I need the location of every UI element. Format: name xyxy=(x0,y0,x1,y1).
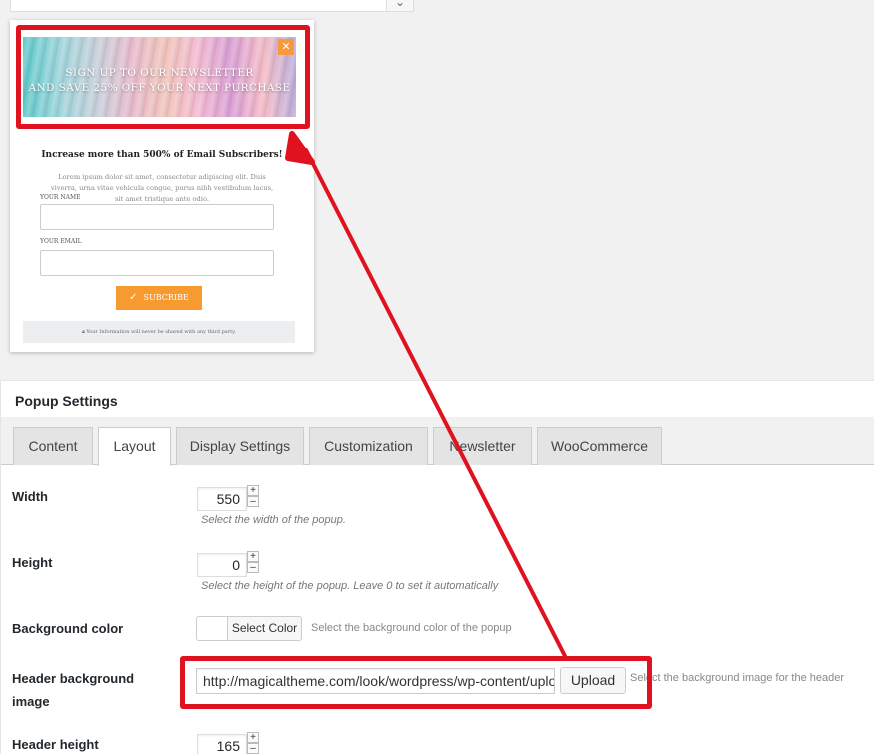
width-hint: Select the width of the popup. xyxy=(201,514,346,526)
privacy-note-text: Your Information will never be shared wi… xyxy=(86,329,236,335)
popup-title: Increase more than 500% of Email Subscri… xyxy=(41,150,283,160)
panel-title: Popup Settings xyxy=(15,393,118,409)
select-color-button[interactable]: Select Color xyxy=(227,616,302,641)
height-stepper[interactable]: + – xyxy=(247,551,259,573)
name-field[interactable] xyxy=(40,204,274,230)
background-color-label: Background color xyxy=(12,621,124,636)
width-input[interactable]: 550 xyxy=(197,487,247,511)
header-height-input[interactable]: 165 xyxy=(197,734,247,754)
hero-line-1: SIGN UP TO OUR NEWSLETTER xyxy=(65,67,254,79)
tab-content[interactable]: Content xyxy=(13,427,93,465)
dropdown-button[interactable]: ⌄ xyxy=(386,0,414,12)
email-label: YOUR EMAIL xyxy=(40,238,82,245)
height-input[interactable]: 0 xyxy=(197,553,247,577)
tab-customization[interactable]: Customization xyxy=(309,427,428,465)
width-label: Width xyxy=(12,489,48,504)
popup-description: Lorem ipsum dolor sit amet, consectetur … xyxy=(50,173,274,203)
check-icon: ✓ xyxy=(129,292,138,303)
lock-icon: 🔒︎ xyxy=(82,329,85,335)
increment-icon[interactable]: + xyxy=(247,551,259,562)
increment-icon[interactable]: + xyxy=(247,485,259,496)
tab-layout[interactable]: Layout xyxy=(98,427,171,466)
color-swatch[interactable] xyxy=(196,616,228,641)
tabs-bar: Content Layout Display Settings Customiz… xyxy=(1,417,874,466)
close-icon[interactable]: ✕ xyxy=(278,39,294,55)
header-bg-hint: Select the background image for the head… xyxy=(630,672,845,684)
tab-newsletter[interactable]: Newsletter xyxy=(433,427,532,465)
subscribe-button[interactable]: ✓ SUBCRIBE xyxy=(116,286,202,310)
header-height-stepper[interactable]: + – xyxy=(247,732,259,754)
tab-display-settings[interactable]: Display Settings xyxy=(176,427,304,465)
privacy-note: 🔒︎ Your Information will never be shared… xyxy=(23,321,295,343)
name-label: YOUR NAME xyxy=(40,194,81,201)
popup-preview: SIGN UP TO OUR NEWSLETTER AND SAVE 25% O… xyxy=(10,20,314,352)
popup-header-image: SIGN UP TO OUR NEWSLETTER AND SAVE 25% O… xyxy=(23,37,296,117)
header-bg-label-1: Header background xyxy=(12,671,135,686)
height-label: Height xyxy=(12,555,53,570)
header-bg-label-2: image xyxy=(12,694,50,709)
subscribe-label: SUBCRIBE xyxy=(143,293,189,302)
header-height-label: Header height xyxy=(12,737,99,752)
email-field[interactable] xyxy=(40,250,274,276)
height-hint: Select the height of the popup. Leave 0 … xyxy=(201,580,499,592)
decrement-icon[interactable]: – xyxy=(247,496,259,507)
decrement-icon[interactable]: – xyxy=(247,562,259,573)
background-color-hint: Select the background color of the popup xyxy=(311,622,512,634)
tab-woocommerce[interactable]: WooCommerce xyxy=(537,427,662,465)
hero-line-2: AND SAVE 25% OFF YOUR NEXT PURCHASE xyxy=(28,82,291,94)
increment-icon[interactable]: + xyxy=(247,732,259,743)
header-bg-url-input[interactable]: http://magicaltheme.com/look/wordpress/w… xyxy=(196,668,555,694)
search-input[interactable]: ⌄ xyxy=(10,0,414,12)
upload-button[interactable]: Upload xyxy=(560,667,626,694)
popup-settings-panel: Popup Settings Content Layout Display Se… xyxy=(0,380,874,754)
width-stepper[interactable]: + – xyxy=(247,485,259,507)
decrement-icon[interactable]: – xyxy=(247,743,259,754)
